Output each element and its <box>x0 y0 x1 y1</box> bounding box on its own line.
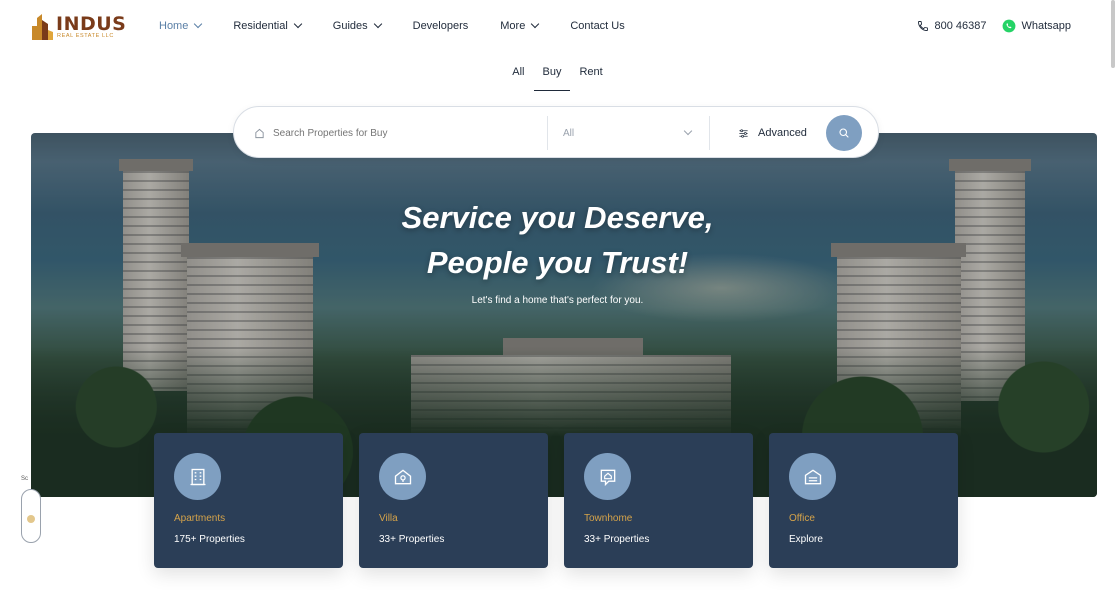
chevron-down-icon <box>531 19 540 29</box>
hero-subtitle: Let's find a home that's perfect for you… <box>471 295 644 306</box>
category-count: 33+ Properties <box>379 534 445 545</box>
category-card-villa[interactable]: Villa 33+ Properties <box>359 433 548 568</box>
brand-name: INDUS <box>56 13 127 35</box>
category-title: Villa <box>379 513 398 524</box>
hero-title-line-1: Service you Deserve, <box>401 200 714 235</box>
nav-item-label: Guides <box>332 20 368 32</box>
property-type-value: All <box>563 127 575 139</box>
office-icon <box>789 453 836 500</box>
scroll-indicator-dot <box>27 515 35 523</box>
nav-item-more[interactable]: More <box>500 19 540 32</box>
nav-item-label: Developers <box>412 20 469 32</box>
search-icon <box>839 128 849 138</box>
logo-mark-icon <box>32 14 53 40</box>
category-title: Office <box>789 513 815 524</box>
chevron-down-icon <box>373 19 382 29</box>
property-type-select[interactable]: All <box>563 107 693 159</box>
main-nav: Home Residential Guides Developers More … <box>159 19 657 32</box>
category-card-townhome[interactable]: Townhome 33+ Properties <box>564 433 753 568</box>
tab-buy[interactable]: Buy <box>533 66 571 91</box>
category-count: 33+ Properties <box>584 534 650 545</box>
advanced-label: Advanced <box>758 127 807 139</box>
whatsapp-link[interactable]: Whatsapp <box>1002 19 1071 33</box>
category-card-office[interactable]: Office Explore <box>769 433 958 568</box>
nav-item-developers[interactable]: Developers <box>413 20 469 32</box>
hero-title-line-2: People you Trust! <box>426 245 689 280</box>
nav-item-home[interactable]: Home <box>159 19 203 32</box>
brand-tagline: REAL ESTATE LLC <box>57 33 114 39</box>
nav-item-label: Contact Us <box>570 20 625 32</box>
villa-house-icon <box>379 453 426 500</box>
page-scrollbar[interactable] <box>1111 0 1115 68</box>
tab-rent[interactable]: Rent <box>579 66 602 91</box>
sliders-icon <box>739 128 748 138</box>
whatsapp-label: Whatsapp <box>1021 20 1071 32</box>
category-title: Townhome <box>584 513 633 524</box>
scroll-indicator-label: Sc <box>21 476 29 482</box>
header-contact: 800 46387 Whatsapp <box>917 19 1071 33</box>
listing-type-tabs: All Buy Rent <box>0 66 1115 91</box>
category-title: Apartments <box>174 513 226 524</box>
divider <box>709 116 710 150</box>
apartment-building-icon <box>174 453 221 500</box>
tab-all[interactable]: All <box>512 66 524 91</box>
scroll-indicator[interactable] <box>21 489 41 543</box>
nav-item-contact-us[interactable]: Contact Us <box>570 20 624 32</box>
phone-icon <box>918 21 929 31</box>
divider <box>547 116 548 150</box>
brand-logo[interactable]: INDUS REAL ESTATE LLC <box>30 12 126 42</box>
site-header: INDUS REAL ESTATE LLC Home Residential G… <box>0 0 1115 54</box>
category-count: Explore <box>789 534 823 545</box>
whatsapp-icon <box>1003 19 1016 33</box>
chevron-down-icon <box>293 19 303 29</box>
search-button[interactable] <box>826 115 862 151</box>
townhome-icon <box>584 453 631 500</box>
nav-item-label: Home <box>159 20 189 32</box>
advanced-search-button[interactable]: Advanced <box>738 107 807 159</box>
category-card-apartments[interactable]: Apartments 175+ Properties <box>154 433 343 568</box>
nav-item-guides[interactable]: Guides <box>332 19 382 32</box>
property-search-bar: All Advanced <box>233 106 879 158</box>
category-count: 175+ Properties <box>174 534 245 545</box>
nav-item-label: More <box>500 20 526 32</box>
phone-link[interactable]: 800 46387 <box>917 20 986 32</box>
nav-item-residential[interactable]: Residential <box>233 19 303 32</box>
chevron-down-icon <box>194 19 203 29</box>
search-field <box>254 107 544 159</box>
chevron-down-icon <box>683 126 693 136</box>
nav-item-label: Residential <box>233 20 288 32</box>
search-input[interactable] <box>273 127 533 139</box>
home-icon <box>255 128 264 138</box>
phone-number: 800 46387 <box>934 20 987 32</box>
